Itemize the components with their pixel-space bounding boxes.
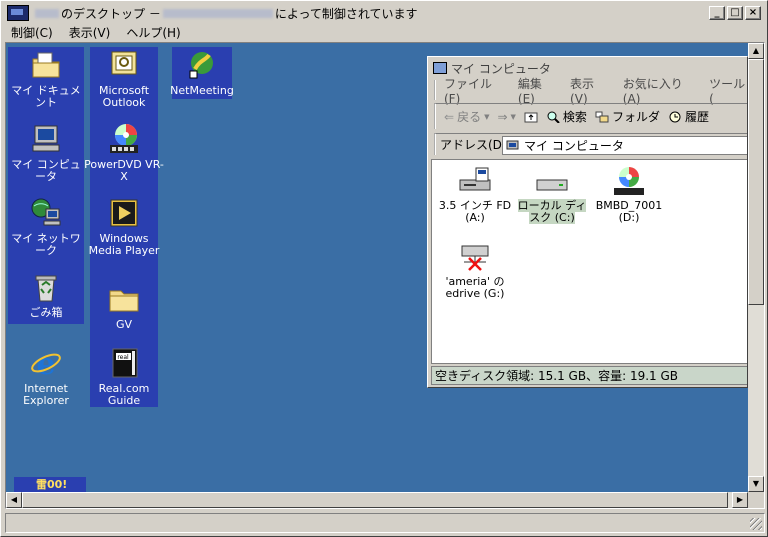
history-button[interactable]: 履歴 <box>668 108 709 125</box>
drive-item[interactable]: BMBD_7001 (D:) <box>591 166 667 224</box>
menu-view[interactable]: 表示(V) <box>69 24 111 41</box>
my-computer-window: マイ コンピュータ ファイル(F) 編集(E) 表示(V) お気に入り(A) ツ… <box>427 56 748 388</box>
computer-icon <box>30 123 62 155</box>
menu-tools[interactable]: ツール( <box>709 75 747 106</box>
folders-icon <box>595 111 609 122</box>
up-folder-icon <box>524 112 538 122</box>
folder-icon <box>108 283 140 315</box>
menu-control[interactable]: 制御(C) <box>11 24 53 41</box>
desktop-icon-my-computer[interactable]: マイ コンピュータ <box>6 123 86 183</box>
vertical-scrollbar[interactable]: ▲ ▼ <box>748 43 764 492</box>
redacted-text <box>162 8 273 18</box>
folder-documents-icon <box>30 49 62 81</box>
powerdvd-icon <box>108 123 140 155</box>
remote-desktop-window: のデスクトップ － によって制御されています _ □ × 制御(C) 表示(V)… <box>0 0 768 537</box>
network-icon <box>30 197 62 229</box>
search-button[interactable]: 検索 <box>546 108 587 125</box>
horizontal-scroll-thumb[interactable] <box>22 492 728 508</box>
address-label: アドレス(D) <box>440 138 507 152</box>
svg-text:real: real <box>117 354 129 361</box>
title-suffix: によって制御されています <box>274 6 418 21</box>
menu-file[interactable]: ファイル(F) <box>444 75 504 106</box>
remote-viewport: マイ ドキュメント マイ コンピュータ マイ ネットワーク ごみ箱 e Inte… <box>5 42 765 509</box>
media-player-icon <box>108 197 140 229</box>
desktop-icon-media-player[interactable]: Windows Media Player <box>84 197 164 257</box>
redacted-text <box>35 8 59 18</box>
network-drive-disconnected-icon <box>458 242 492 272</box>
tray-fragment: 雷00! <box>14 477 86 492</box>
desktop-icon-real-guide[interactable]: real Real.com Guide <box>84 347 164 407</box>
minimize-button[interactable]: _ <box>709 6 725 20</box>
forward-arrow-icon: ⇒ <box>497 109 508 124</box>
outlook-icon <box>108 49 140 81</box>
resize-grip[interactable] <box>750 518 762 530</box>
explorer-status-bar: 空きディスク領域: 15.1 GB、容量: 19.1 GB <box>431 366 747 385</box>
back-button[interactable]: ⇐ 戻る ▼ <box>444 108 489 125</box>
window-title: のデスクトップ － によって制御されています <box>33 5 418 22</box>
up-folder-button[interactable] <box>524 111 538 123</box>
chevron-down-icon: ▼ <box>484 112 490 121</box>
chevron-down-icon: ▼ <box>510 112 516 121</box>
menu-favorites[interactable]: お気に入り(A) <box>623 75 695 106</box>
menu-bar: 制御(C) 表示(V) ヘルプ(H) <box>3 23 765 41</box>
status-bar <box>5 513 765 533</box>
back-arrow-icon: ⇐ <box>444 109 455 124</box>
address-bar: アドレス(D) マイ コンピュータ <box>434 133 747 155</box>
title-bar[interactable]: のデスクトップ － によって制御されています _ □ × <box>3 3 765 23</box>
recycle-bin-icon <box>30 271 62 303</box>
search-icon <box>547 111 560 123</box>
scroll-left-button[interactable]: ◀ <box>6 492 22 508</box>
desktop-icon-recycle-bin[interactable]: ごみ箱 <box>6 271 86 319</box>
scroll-right-button[interactable]: ▶ <box>732 492 748 508</box>
maximize-button[interactable]: □ <box>727 6 743 20</box>
menu-edit[interactable]: 編集(E) <box>518 75 556 106</box>
desktop-icon-outlook[interactable]: Microsoft Outlook <box>84 49 164 109</box>
history-icon <box>669 111 681 122</box>
local-disk-icon <box>535 166 569 196</box>
forward-button[interactable]: ⇒ ▼ <box>497 110 515 124</box>
title-prefix: のデスクトップ － <box>61 6 161 21</box>
vertical-scroll-thumb[interactable] <box>748 59 764 305</box>
folders-button[interactable]: フォルダ <box>595 108 660 125</box>
explorer-toolbar: ⇐ 戻る ▼ ⇒ ▼ 検索 フォルダ 履歴 <box>434 103 747 129</box>
desktop-icon-internet-explorer[interactable]: e Internet Explorer <box>6 347 86 407</box>
computer-icon <box>506 140 519 149</box>
app-icon <box>7 5 29 21</box>
explorer-menu-bar: ファイル(F) 編集(E) 表示(V) お気に入り(A) ツール( <box>434 77 747 106</box>
cd-drive-icon <box>612 166 646 196</box>
drive-item[interactable]: ローカル ディスク (C:) <box>514 166 590 224</box>
horizontal-scrollbar[interactable]: ◀ ▶ <box>6 492 748 508</box>
computer-icon <box>433 62 447 74</box>
internet-explorer-icon: e <box>30 347 62 382</box>
netmeeting-icon <box>186 49 218 81</box>
svg-text:e: e <box>36 347 55 379</box>
remote-desktop[interactable]: マイ ドキュメント マイ コンピュータ マイ ネットワーク ごみ箱 e Inte… <box>6 43 748 492</box>
floppy-drive-icon <box>458 166 492 196</box>
address-input[interactable]: マイ コンピュータ <box>502 136 747 155</box>
scroll-corner <box>748 492 764 508</box>
real-icon: real <box>108 347 140 379</box>
drive-item[interactable]: 3.5 インチ FD (A:) <box>437 166 513 224</box>
drive-item[interactable]: 'ameria' の edrive (G:) <box>437 242 513 300</box>
desktop-icon-powerdvd[interactable]: PowerDVD VR-X <box>84 123 164 183</box>
menu-help[interactable]: ヘルプ(H) <box>126 24 180 41</box>
scroll-down-button[interactable]: ▼ <box>748 476 764 492</box>
menu-view[interactable]: 表示(V) <box>570 75 609 106</box>
drive-list: 3.5 インチ FD (A:) ローカル ディスク (C:) BMBD_7001… <box>431 159 747 364</box>
close-button[interactable]: × <box>745 6 761 20</box>
desktop-icon-gv[interactable]: GV <box>84 283 164 331</box>
desktop-icon-my-documents[interactable]: マイ ドキュメント <box>6 49 86 109</box>
desktop-icon-netmeeting[interactable]: NetMeeting <box>162 49 242 97</box>
scroll-up-button[interactable]: ▲ <box>748 43 764 59</box>
desktop-icon-my-network[interactable]: マイ ネットワーク <box>6 197 86 257</box>
